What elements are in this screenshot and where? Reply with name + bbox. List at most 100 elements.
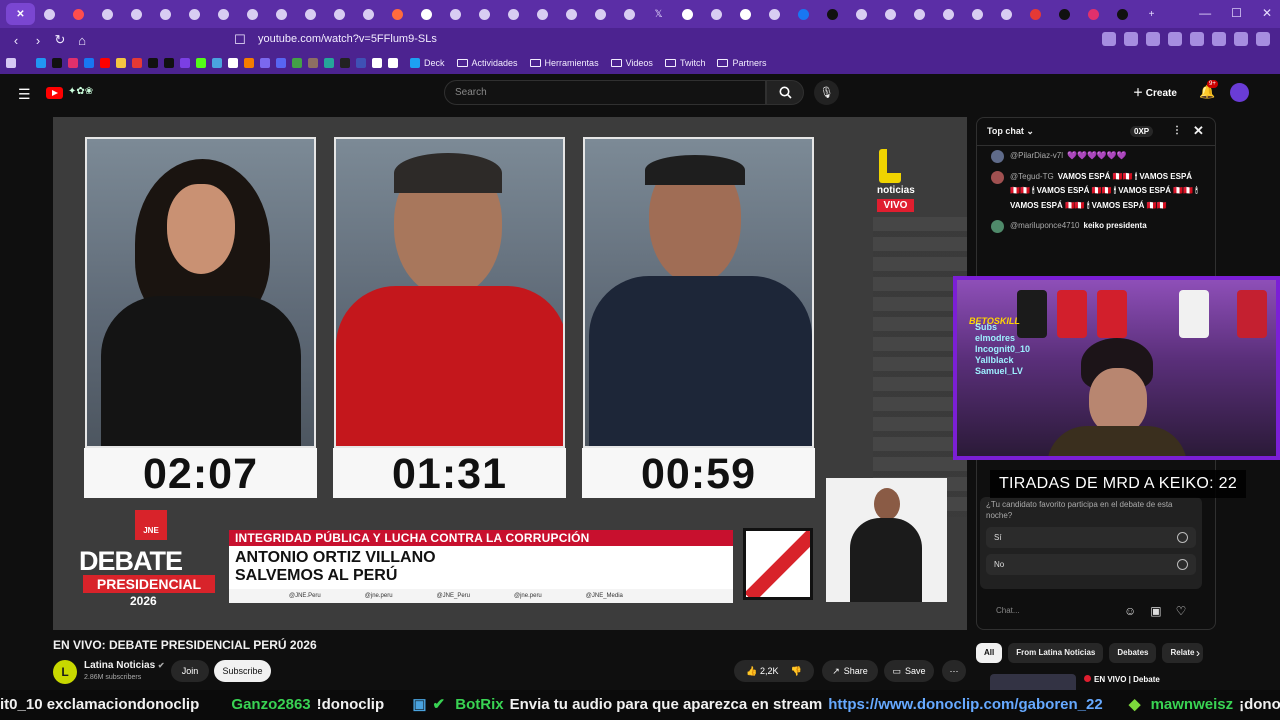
bookmark-folder-partners[interactable]: Partners — [717, 58, 766, 68]
browser-tab[interactable] — [64, 3, 93, 25]
bookmark-deck[interactable]: Deck — [410, 58, 445, 68]
xp-badge[interactable]: 0XP — [1130, 126, 1154, 137]
minimize-icon[interactable]: — — [1199, 6, 1211, 20]
browser-tab[interactable] — [122, 3, 151, 25]
chat-mode-dropdown[interactable]: Top chat ⌄ — [987, 126, 1034, 137]
search-input[interactable]: Search — [444, 80, 766, 105]
home-icon[interactable]: ⌂ — [72, 33, 92, 48]
account-avatar[interactable] — [1230, 83, 1249, 102]
heart-icon[interactable]: ♡ — [1176, 604, 1187, 618]
channel-avatar[interactable]: L — [53, 660, 77, 684]
browser-tab[interactable] — [238, 3, 267, 25]
video-player[interactable]: 02:07 01:31 00:59 noticias VIVO JNE DEBA… — [53, 117, 967, 630]
browser-tab[interactable] — [325, 3, 354, 25]
search-button[interactable] — [766, 80, 804, 105]
notifications-bell-icon[interactable]: 🔔 9+ — [1199, 80, 1218, 100]
back-icon[interactable]: ‹ — [6, 33, 26, 48]
address-bar[interactable]: youtube.com/watch?v=5FFlum9-SLs — [258, 33, 437, 45]
bookmark-icon[interactable] — [388, 58, 398, 68]
browser-tab[interactable] — [905, 3, 934, 25]
more-actions-button[interactable]: ⋯ — [942, 660, 966, 682]
close-chat-icon[interactable]: ✕ — [1193, 123, 1204, 139]
bookmark-icon[interactable] — [196, 58, 206, 68]
browser-tab[interactable] — [876, 3, 905, 25]
browser-tab[interactable] — [557, 3, 586, 25]
bookmark-icon[interactable] — [132, 58, 142, 68]
like-button[interactable]: 👍 2,2K — [746, 666, 778, 677]
bookmark-icon[interactable] — [228, 58, 238, 68]
extension-icon[interactable] — [1168, 32, 1182, 46]
bookmark-folder-herramientas[interactable]: Herramientas — [529, 58, 599, 68]
extension-icon[interactable] — [1190, 32, 1204, 46]
emoji-icon[interactable]: ☺ — [1124, 604, 1136, 618]
chat-menu-icon[interactable]: ⋮ — [1172, 125, 1182, 136]
browser-tab[interactable] — [499, 3, 528, 25]
menu-icon[interactable] — [1256, 32, 1270, 46]
browser-tab[interactable] — [615, 3, 644, 25]
browser-tab[interactable] — [1079, 3, 1108, 25]
chat-author[interactable]: @PilarDiaz-v7l — [1010, 151, 1063, 160]
chat-input[interactable]: Chat... — [988, 601, 1116, 621]
subscribe-button[interactable]: Subscribe — [214, 660, 271, 682]
chat-author[interactable]: @mariluponce4710 — [1010, 221, 1080, 230]
browser-tab[interactable] — [180, 3, 209, 25]
maximize-icon[interactable]: ☐ — [1231, 6, 1242, 20]
forward-icon[interactable]: › — [28, 33, 48, 48]
browser-tab[interactable] — [818, 3, 847, 25]
browser-tab[interactable] — [267, 3, 296, 25]
doodle-icon[interactable]: ✦✿❀ — [68, 86, 93, 97]
browser-tab[interactable] — [209, 3, 238, 25]
ticker-link[interactable]: https://www.donoclip.com/gaboren_22 — [828, 696, 1102, 713]
poll-option-no[interactable]: No — [986, 554, 1196, 575]
new-tab-icon[interactable]: + — [1137, 3, 1166, 25]
create-button[interactable]: ＋ Create — [1133, 84, 1177, 99]
dislike-button[interactable]: 👎 — [791, 666, 802, 677]
super-chat-icon[interactable]: ▣ — [1150, 604, 1161, 618]
browser-tab[interactable] — [412, 3, 441, 25]
browser-tab[interactable] — [1021, 3, 1050, 25]
voice-search-button[interactable]: 🎙 — [814, 80, 839, 105]
bookmark-icon[interactable] — [308, 58, 318, 68]
apps-icon[interactable] — [6, 58, 16, 68]
share-button[interactable]: ↗ Share — [822, 660, 878, 682]
extension-icon[interactable] — [1212, 32, 1226, 46]
bookmark-icon[interactable] — [340, 58, 350, 68]
bookmark-icon[interactable] — [148, 58, 158, 68]
close-window-icon[interactable]: ✕ — [1262, 6, 1272, 20]
poll-option-si[interactable]: Sí — [986, 527, 1196, 548]
browser-tab[interactable] — [528, 3, 557, 25]
browser-tab[interactable] — [383, 3, 412, 25]
browser-tab[interactable] — [1050, 3, 1079, 25]
browser-tab[interactable] — [1108, 3, 1137, 25]
hamburger-menu-icon[interactable]: ☰ — [18, 86, 31, 103]
bookmark-icon[interactable] — [324, 58, 334, 68]
extension-icon[interactable] — [1234, 32, 1248, 46]
bookmark-icon[interactable] — [36, 58, 46, 68]
related-video-title[interactable]: EN VIVO | Debate — [1084, 675, 1160, 684]
browser-tab[interactable] — [151, 3, 180, 25]
bookmark-icon[interactable] — [68, 58, 78, 68]
browser-tab[interactable] — [586, 3, 615, 25]
bookmark-icon[interactable] — [244, 58, 254, 68]
bookmark-folder-actividades[interactable]: Actividades — [456, 58, 518, 68]
channel-name[interactable]: Latina Noticias ✔ — [84, 660, 165, 671]
browser-tab[interactable] — [934, 3, 963, 25]
extension-icon[interactable] — [1146, 32, 1160, 46]
browser-tab[interactable] — [673, 3, 702, 25]
bookmark-icon[interactable] — [52, 58, 62, 68]
chat-author[interactable]: @Tegud-TG — [1010, 172, 1054, 181]
browser-tab[interactable] — [702, 3, 731, 25]
bookmark-icon[interactable] — [292, 58, 302, 68]
save-button[interactable]: ▭ Save — [884, 660, 934, 682]
browser-tab[interactable] — [731, 3, 760, 25]
join-button[interactable]: Join — [171, 660, 209, 682]
bookmark-icon[interactable] — [372, 58, 382, 68]
bookmark-icon[interactable] — [212, 58, 222, 68]
bookmark-icon[interactable] — [164, 58, 174, 68]
browser-tab[interactable] — [296, 3, 325, 25]
bookmark-icon[interactable] — [356, 58, 366, 68]
bookmark-icon[interactable] — [100, 58, 110, 68]
bookmark-folder-twitch[interactable]: Twitch — [664, 58, 705, 68]
bookmark-icon[interactable] — [116, 58, 126, 68]
browser-tab[interactable] — [963, 3, 992, 25]
